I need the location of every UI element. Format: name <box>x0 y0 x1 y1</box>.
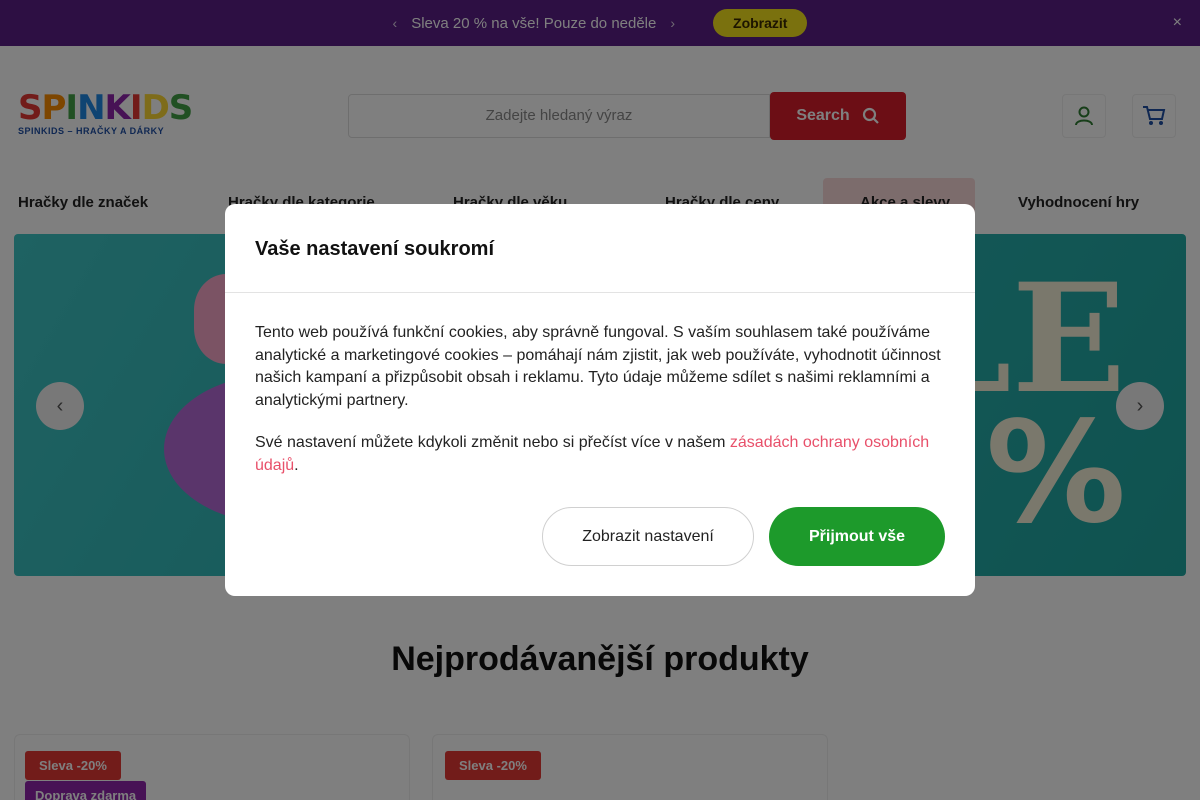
show-settings-button[interactable]: Zobrazit nastavení <box>542 507 754 566</box>
accept-all-button[interactable]: Přijmout vše <box>769 507 945 566</box>
privacy-modal: Vaše nastavení soukromí Tento web použív… <box>225 204 975 596</box>
modal-paragraph-policy: Své nastavení můžete kdykoli změnit nebo… <box>255 434 930 474</box>
modal-title: Vaše nastavení soukromí <box>255 238 495 260</box>
modal-divider <box>225 292 975 293</box>
modal-paragraph: Tento web používá funkční cookies, aby s… <box>255 324 941 409</box>
